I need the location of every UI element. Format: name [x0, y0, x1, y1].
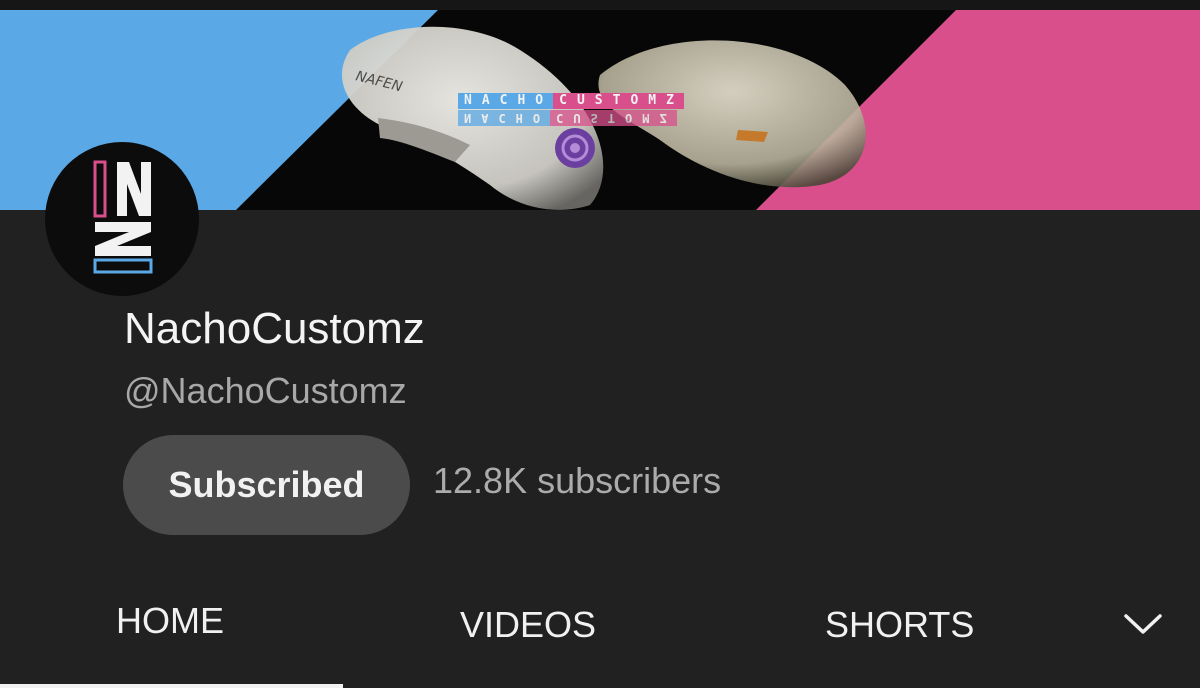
- channel-avatar[interactable]: [45, 142, 199, 296]
- banner-logo-reflection-a: NACHO: [458, 110, 551, 126]
- banner-logo-reflection: NACHO CUSTOMZ: [458, 110, 677, 126]
- subscriber-count: 12.8K subscribers: [433, 460, 722, 501]
- tab-home[interactable]: HOME: [116, 600, 224, 642]
- banner-logo: NACHO CUSTOMZ: [458, 93, 684, 109]
- channel-handle: @NachoCustomz: [124, 370, 407, 411]
- tab-videos[interactable]: VIDEOS: [460, 604, 596, 646]
- chevron-down-icon: [1124, 614, 1162, 634]
- avatar-logo-icon: [93, 160, 153, 274]
- banner-logo-reflection-b: CUSTOMZ: [550, 110, 677, 126]
- channel-name: NachoCustomz: [124, 304, 425, 353]
- tab-shorts[interactable]: SHORTS: [825, 604, 974, 646]
- banner-logo-part-a: NACHO: [458, 93, 554, 109]
- mouse-right-accent: [736, 130, 768, 142]
- tabs-more-button[interactable]: [1118, 602, 1168, 646]
- top-strip: [0, 0, 1200, 10]
- active-tab-indicator: [0, 684, 343, 688]
- banner-logo-part-b: CUSTOMZ: [553, 93, 684, 109]
- subscribed-button[interactable]: Subscribed: [123, 435, 410, 535]
